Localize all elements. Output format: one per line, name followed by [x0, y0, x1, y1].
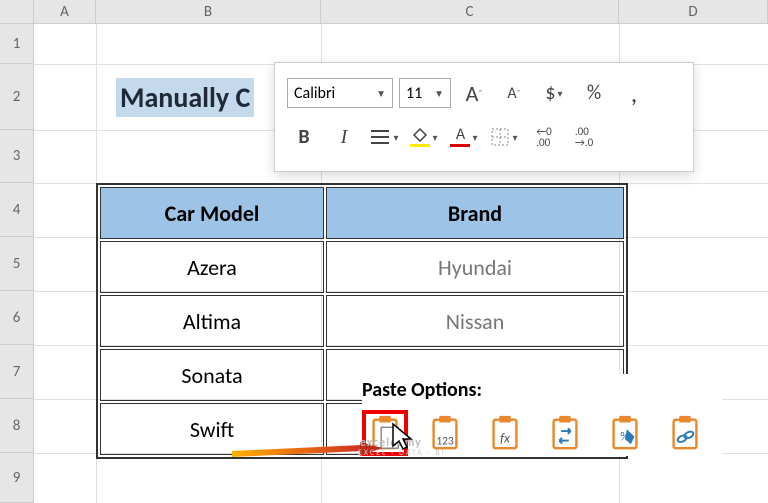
chevron-down-icon: ▼	[434, 87, 444, 100]
row-7[interactable]: 7	[0, 345, 34, 399]
row-2[interactable]: 2	[0, 64, 34, 130]
clipboard-transpose-icon	[546, 414, 584, 452]
table-row: AzeraHyundai	[100, 241, 624, 293]
cell-model[interactable]: Sonata	[100, 349, 324, 401]
currency-button[interactable]: $▾	[537, 76, 571, 110]
decrease-decimal-button[interactable]: .00→.0	[567, 120, 601, 154]
font-name-select[interactable]: Calibri ▼	[287, 78, 393, 108]
cell-brand[interactable]: Hyundai	[326, 241, 624, 293]
row-9[interactable]: 9	[0, 453, 34, 503]
increase-font-button[interactable]: Aˆ	[457, 76, 491, 110]
col-B[interactable]: B	[96, 0, 321, 23]
col-D[interactable]: D	[619, 0, 768, 23]
select-all-corner[interactable]	[0, 0, 34, 23]
table-row: AltimaNissan	[100, 295, 624, 347]
clipboard-format-icon: %	[606, 414, 644, 452]
col-A[interactable]: A	[34, 0, 96, 23]
font-size-select[interactable]: 11 ▼	[399, 78, 451, 108]
paste-formulas-button[interactable]: fx	[482, 410, 528, 456]
increase-decimal-button[interactable]: ←0.00	[527, 120, 561, 154]
font-name: Calibri	[294, 84, 335, 103]
header-brand[interactable]: Brand	[326, 187, 624, 239]
chevron-down-icon: ▼	[376, 87, 386, 100]
row-8[interactable]: 8	[0, 399, 34, 453]
svg-text:fx: fx	[500, 430, 510, 447]
align-button[interactable]: ▾	[367, 120, 401, 154]
clipboard-values-icon: 123	[426, 414, 464, 452]
cell-brand[interactable]: Nissan	[326, 295, 624, 347]
percent-button[interactable]: %	[577, 76, 611, 110]
clipboard-link-icon	[666, 414, 704, 452]
table-header-row: Car Model Brand	[100, 187, 624, 239]
borders-button[interactable]: ▾	[487, 120, 521, 154]
paste-transpose-button[interactable]	[542, 410, 588, 456]
page-title: Manually C	[116, 78, 254, 117]
mini-toolbar: Calibri ▼ 11 ▼ Aˆ Aˇ $▾ % , B I ▾ ▾ A▾ ▾ ←…	[274, 62, 694, 172]
bold-button[interactable]: B	[287, 120, 321, 154]
decrease-font-button[interactable]: Aˇ	[497, 76, 531, 110]
row-6[interactable]: 6	[0, 291, 34, 345]
font-size: 11	[406, 84, 422, 103]
comma-button[interactable]: ,	[617, 76, 651, 110]
italic-button[interactable]: I	[327, 120, 361, 154]
cell-model[interactable]: Azera	[100, 241, 324, 293]
row-3[interactable]: 3	[0, 130, 34, 183]
fill-color-button[interactable]: ▾	[407, 120, 441, 154]
row-4[interactable]: 4	[0, 183, 34, 237]
paste-formatting-button[interactable]: %	[602, 410, 648, 456]
font-color-button[interactable]: A▾	[447, 120, 481, 154]
paste-link-button[interactable]	[662, 410, 708, 456]
row-5[interactable]: 5	[0, 237, 34, 291]
row-1[interactable]: 1	[0, 24, 34, 64]
header-model[interactable]: Car Model	[100, 187, 324, 239]
cell-model[interactable]: Altima	[100, 295, 324, 347]
column-headers: A B C D	[0, 0, 768, 24]
clipboard-formula-icon: fx	[486, 414, 524, 452]
col-C[interactable]: C	[321, 0, 619, 23]
cursor-icon	[390, 422, 414, 452]
svg-text:123: 123	[436, 434, 454, 448]
row-headers: 1 2 3 4 5 6 7 8 9	[0, 24, 34, 503]
paste-options-title: Paste Options:	[362, 374, 722, 410]
